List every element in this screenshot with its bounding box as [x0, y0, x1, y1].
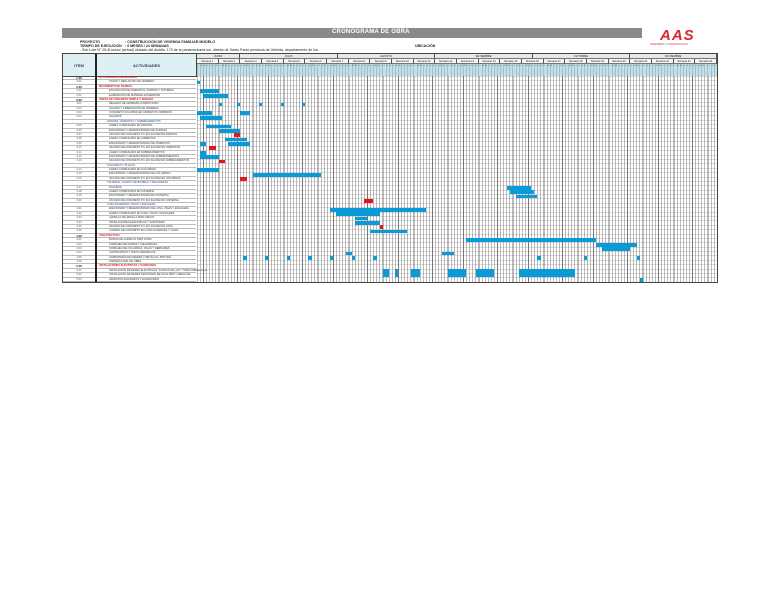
gantt-task-bar [218, 102, 222, 107]
gantt-task-bar [286, 256, 290, 260]
gantt-milestone-bar [379, 225, 383, 230]
day-header: LMMJVSDLMMJVSDLMMJVSDLMMJVSDLMMJVSDLMMJV… [197, 64, 717, 76]
logo-mark: AAS [660, 27, 695, 44]
gantt-timeline: JUNIO JULIO AGOSTO SETIEMBRE OCTUBRE NOVIEMBR… [197, 54, 717, 282]
gantt-task-bar [302, 102, 306, 107]
activity-label: TRAZO Y REPLANTEO DE TERRENO [109, 80, 155, 84]
gantt-task-bar [200, 150, 207, 155]
activity-label: INSTALACIÓN DE REDES SANITARIAS DE AGUA … [109, 273, 191, 277]
gantt-task-bar [382, 269, 389, 278]
gantt-task-bar [252, 172, 321, 177]
schedule-table: ITEM ACTIVIDADES 1.00 ACTIVIDADES PRELIMI… [62, 53, 718, 283]
gantt-task-bar [206, 124, 232, 129]
gantt-task-bar [224, 137, 247, 142]
gantt-task-bar [354, 220, 380, 225]
gantt-task-bar [596, 242, 637, 247]
gantt-grid [197, 76, 717, 282]
gantt-task-bar [395, 269, 399, 278]
activity-label: ENCOFRADO Y DESENCOFRADO EN CISTERNA [109, 194, 169, 198]
gantt-task-bar [203, 93, 228, 98]
gantt-task-bar [200, 155, 219, 159]
gantt-milestone-bar [240, 177, 247, 181]
gantt-task-bar [243, 256, 247, 260]
page-title: CRONOGRAMA DE OBRA [332, 29, 410, 35]
item-number: 5.03 [63, 277, 97, 282]
gantt-task-bar [509, 190, 535, 195]
gantt-milestone-bar [364, 199, 374, 203]
title-bar: CRONOGRAMA DE OBRA [62, 28, 642, 38]
gantt-task-bar [373, 256, 377, 260]
gantt-task-bar [410, 269, 420, 278]
gantt-task-bar [200, 115, 222, 120]
gantt-task-bar [280, 102, 284, 107]
gantt-task-bar [200, 142, 207, 146]
gantt-task-bar [518, 269, 575, 278]
gantt-task-bar [506, 185, 532, 190]
gantt-task-bar [237, 102, 241, 107]
gantt-task-bar [336, 212, 380, 216]
gantt-milestone-bar [234, 133, 241, 138]
column-header-item: ITEM [63, 54, 97, 77]
activity-label: EXCAVACIÓN DE CIMIENTOS, ZAPATAS Y CISTE… [109, 89, 174, 93]
gantt-task-bar [265, 256, 269, 260]
location-line: : Sub Lote N° 05-B sector (actual) ubica… [80, 48, 318, 52]
gantt-task-bar [441, 251, 454, 256]
gantt-task-bar [197, 80, 201, 85]
gantt-task-bar [227, 142, 250, 146]
day-initial: D [714, 65, 717, 67]
gantt-task-bar [466, 238, 597, 243]
gantt-task-bar [200, 89, 219, 94]
gantt-task-bar [258, 102, 262, 107]
activity-row: 5.03 APARATOS SANITARIOS Y ACCESORIOS [63, 277, 196, 282]
logo-subtitle: INGENIERIA Y CONSTRUCCION [650, 43, 688, 46]
activity-label: APARATOS SANITARIOS Y ACCESORIOS [109, 277, 160, 281]
location-label: UBICACIÓN [415, 44, 436, 48]
gantt-task-bar [515, 194, 538, 199]
activity-label: MUROS DE LADRILLO KING KONG [109, 238, 152, 242]
gantt-task-bar [639, 277, 643, 282]
gantt-task-bar [351, 256, 355, 260]
gantt-task-bar [240, 111, 250, 116]
column-header-activities: ACTIVIDADES [97, 54, 197, 77]
activity-label: CURADO DE CONCRETO EN LOSA ALIGERADA Y V… [109, 229, 179, 233]
gantt-task-bar [537, 256, 541, 260]
gantt-task-bar [636, 256, 640, 260]
company-logo: AAS INGENIERIA Y CONSTRUCCION [648, 27, 718, 49]
gantt-task-bar [197, 168, 219, 173]
gantt-milestone-bar [218, 159, 225, 164]
gantt-task-bar [218, 128, 241, 133]
gantt-task-bar [370, 229, 408, 234]
gantt-task-bar [354, 216, 368, 221]
activity-label: SOLADOS [109, 185, 122, 189]
gantt-task-bar [330, 207, 427, 212]
gantt-task-bar [197, 111, 213, 116]
gantt-task-bar [583, 256, 587, 260]
gantt-task-bar [475, 269, 495, 278]
gantt-task-bar [602, 247, 631, 252]
gantt-task-bar [447, 269, 467, 278]
gantt-task-bar [345, 251, 352, 256]
activity-label: VACIADO DE CONCRETO F'C 210 KG/CM2 EN SO… [109, 159, 190, 163]
activity-label: INSTALACIONES ELÉCTRICAS Y SANITARIAS [99, 264, 157, 268]
activity-label: ACERO CORRUGADO EN SOBRECIMIENTOS [109, 150, 165, 154]
activity-label: SOLADOS [109, 115, 122, 119]
gantt-task-bar [308, 256, 312, 260]
activity-label: ACERO CORRUGADO EN ZAPATAS [109, 124, 153, 128]
gantt-milestone-bar [209, 146, 216, 151]
gantt-task-bar [330, 256, 334, 260]
activity-list: 1.00 ACTIVIDADES PRELIMINARES 1.01 TRAZO Y … [63, 76, 207, 282]
